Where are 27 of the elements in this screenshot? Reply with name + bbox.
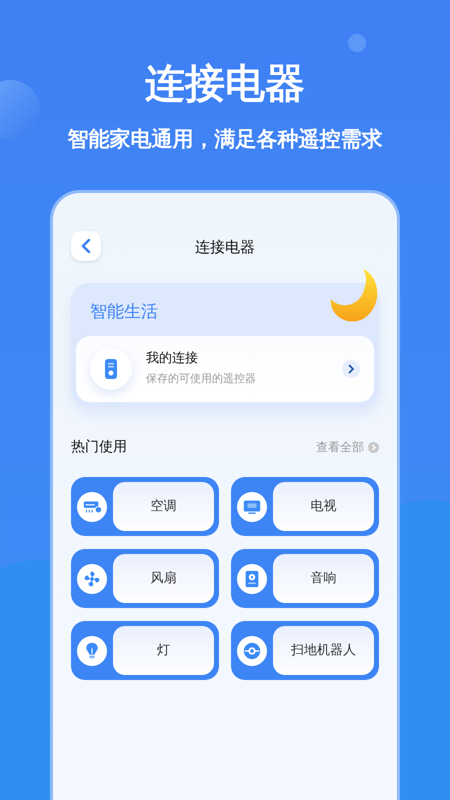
device-tile[interactable]: 空调	[71, 477, 219, 536]
entry-subtitle: 保存的可使用的遥控器	[146, 371, 257, 387]
entry-title: 我的连接	[146, 350, 199, 368]
back-button[interactable]	[71, 231, 101, 261]
device-tile[interactable]: 风扇	[71, 549, 219, 608]
device-label: 灯	[113, 626, 214, 675]
section-title: 智能生活	[90, 301, 158, 324]
device-label: 风扇	[113, 554, 214, 603]
device-label: 音响	[273, 554, 374, 603]
my-connections-item[interactable]: 我的连接 保存的可使用的遥控器	[76, 336, 374, 402]
fan-icon	[82, 568, 102, 588]
subtitle: 智能家电通用，满足各种遥控需求	[68, 126, 382, 153]
device-tile[interactable]: 灯	[71, 621, 219, 680]
section-title: 热门使用	[71, 438, 127, 456]
device-label: 扫地机器人	[273, 626, 374, 675]
device-tile[interactable]: 电视	[231, 477, 379, 536]
device-tile[interactable]: 音响	[231, 549, 379, 608]
device-label: 电视	[273, 482, 374, 531]
chevron-right-icon	[368, 442, 379, 452]
robot-vacuum-icon	[242, 640, 262, 660]
remote-icon	[90, 348, 132, 390]
device-tile[interactable]: 扫地机器人	[231, 621, 379, 680]
device-label: 空调	[113, 482, 214, 531]
screen-title: 连接电器	[195, 236, 255, 258]
back-icon	[81, 239, 91, 253]
chevron-right-icon	[342, 360, 360, 378]
headline: 连接电器	[145, 60, 305, 109]
